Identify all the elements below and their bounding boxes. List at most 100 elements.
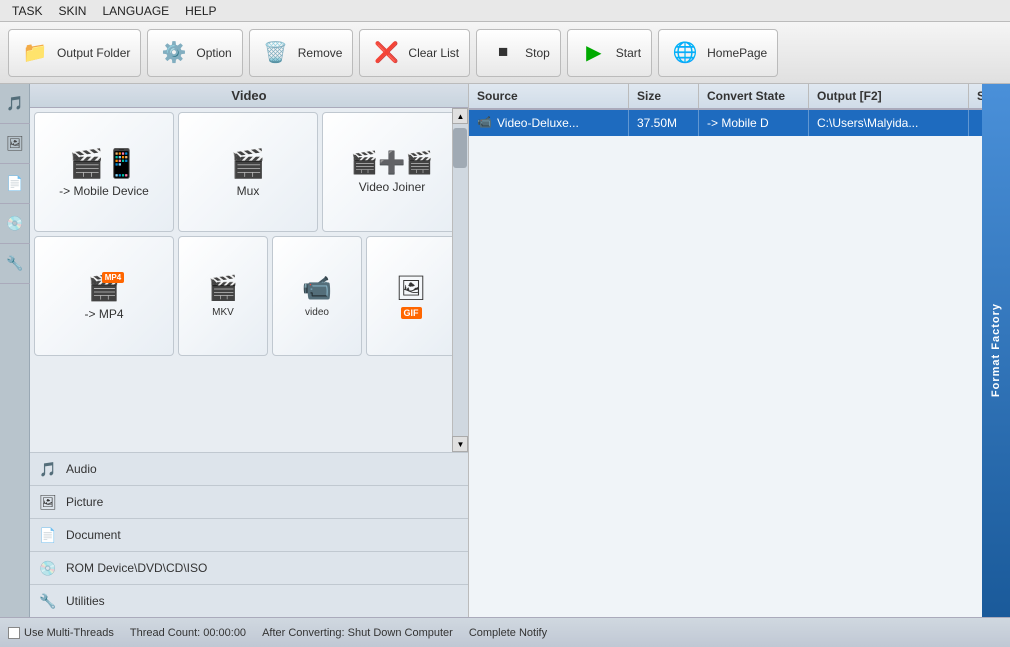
status-bar: Use Multi-Threads Thread Count: 00:00:00…	[0, 617, 1010, 647]
joiner-label: Video Joiner	[359, 180, 426, 194]
document-icon: 📄	[38, 525, 58, 545]
grid-item-joiner[interactable]: 🎬➕🎬 Video Joiner	[322, 112, 462, 232]
start-button[interactable]: ▶ Start	[567, 29, 652, 77]
nav-item-document[interactable]: 📄 Document	[30, 518, 468, 551]
nav-item-picture[interactable]: 🖼 Picture	[30, 485, 468, 518]
remove-button[interactable]: 🗑️ Remove	[249, 29, 354, 77]
file-icon: 📹	[477, 115, 493, 131]
th-convert-state: Convert State	[699, 84, 809, 108]
td-size: 37.50M	[629, 110, 699, 136]
homepage-button[interactable]: 🌐 HomePage	[658, 29, 778, 77]
td-convert-state: -> Mobile D	[699, 110, 809, 136]
clear-list-button[interactable]: ❌ Clear List	[359, 29, 470, 77]
nav-item-utilities[interactable]: 🔧 Utilities	[30, 584, 468, 617]
table-header: Source Size Convert State Output [F2] Si…	[469, 84, 1010, 110]
sidebar-icon-tools[interactable]: 🔧	[0, 244, 30, 284]
mp4-icon: 🎬 MP4	[88, 272, 120, 303]
option-button[interactable]: ⚙️ Option	[147, 29, 242, 77]
gif-badge: GIF	[401, 307, 422, 319]
grid-item-gif[interactable]: 🖼 GIF	[366, 236, 456, 356]
sidebar-icon-document[interactable]: 📄	[0, 164, 30, 204]
mkv-icon: 🎬	[208, 274, 238, 303]
right-panel: Source Size Convert State Output [F2] Si…	[469, 84, 1010, 617]
start-label: Start	[616, 46, 641, 60]
audio-label: Audio	[66, 462, 97, 476]
scroll-down-arrow[interactable]: ▼	[452, 436, 468, 452]
video2-label: video	[305, 307, 329, 318]
picture-icon: 🖼	[38, 492, 58, 512]
status-item-complete: Complete Notify	[469, 627, 547, 639]
grid-area: 🎬📱 -> Mobile Device 🎬 Mux 🎬➕🎬 Video Join…	[30, 108, 468, 360]
grid-item-mux[interactable]: 🎬 Mux	[178, 112, 318, 232]
document-label: Document	[66, 528, 121, 542]
option-label: Option	[196, 46, 231, 60]
vertical-scrollbar[interactable]: ▲ ▼	[452, 108, 468, 452]
mobile-label: -> Mobile Device	[59, 184, 149, 198]
homepage-label: HomePage	[707, 46, 767, 60]
stop-icon: ⏹	[487, 37, 519, 69]
sidebar-nav: 🎵 🖼 📄 💿 🔧	[0, 84, 30, 617]
output-folder-label: Output Folder	[57, 46, 130, 60]
th-source: Source	[469, 84, 629, 108]
start-icon: ▶	[578, 37, 610, 69]
sidebar-icon-picture[interactable]: 🖼	[0, 124, 30, 164]
mp4-label: -> MP4	[84, 307, 123, 321]
scroll-thumb[interactable]	[453, 128, 467, 168]
menubar: TASK SKIN LANGUAGE HELP	[0, 0, 1010, 22]
utilities-label: Utilities	[66, 594, 105, 608]
menu-language[interactable]: LANGUAGE	[94, 2, 177, 20]
th-output: Output [F2]	[809, 84, 969, 108]
menu-help[interactable]: HELP	[177, 2, 224, 20]
folder-icon: 📁	[19, 37, 51, 69]
output-folder-button[interactable]: 📁 Output Folder	[8, 29, 141, 77]
rom-label: ROM Device\DVD\CD\ISO	[66, 561, 207, 575]
sidebar-icon-music[interactable]: 🎵	[0, 84, 30, 124]
thread-count-label: Thread Count: 00:00:00	[130, 627, 246, 639]
td-output: C:\Users\Malyida...	[809, 110, 969, 136]
stop-button[interactable]: ⏹ Stop	[476, 29, 561, 77]
td-source: 📹 Video-Deluxe...	[469, 110, 629, 136]
stop-label: Stop	[525, 46, 550, 60]
table-row[interactable]: 📹 Video-Deluxe... 37.50M -> Mobile D C:\…	[469, 110, 1010, 136]
clear-list-icon: ❌	[370, 37, 402, 69]
status-item-after: After Converting: Shut Down Computer	[262, 627, 453, 639]
grid-item-mp4[interactable]: 🎬 MP4 -> MP4	[34, 236, 174, 356]
mobile-icon: 🎬📱	[69, 147, 139, 180]
video2-icon: 📹	[302, 274, 332, 303]
grid-item-mobile[interactable]: 🎬📱 -> Mobile Device	[34, 112, 174, 232]
after-label: After Converting: Shut Down Computer	[262, 627, 453, 639]
clear-list-label: Clear List	[408, 46, 459, 60]
ff-label: Format Factory	[990, 303, 1002, 397]
toolbar: 📁 Output Folder ⚙️ Option 🗑️ Remove ❌ Cl…	[0, 22, 1010, 84]
menu-task[interactable]: TASK	[4, 2, 50, 20]
nav-items: 🎵 Audio 🖼 Picture 📄 Document 💿 ROM Devic…	[30, 452, 468, 617]
left-panel: Video 🎬📱 -> Mobile Device 🎬 Mux 🎬➕🎬	[30, 84, 469, 617]
nav-item-rom[interactable]: 💿 ROM Device\DVD\CD\ISO	[30, 551, 468, 584]
mux-label: Mux	[237, 184, 260, 198]
rom-icon: 💿	[38, 558, 58, 578]
mux-icon: 🎬	[231, 147, 266, 180]
grid-item-video2[interactable]: 📹 video	[272, 236, 362, 356]
remove-icon: 🗑️	[260, 37, 292, 69]
gif-icon: 🖼	[396, 274, 426, 303]
panel-header: Video	[30, 84, 468, 108]
th-size: Size	[629, 84, 699, 108]
joiner-icon: 🎬➕🎬	[351, 150, 433, 176]
use-multi-threads-label: Use Multi-Threads	[24, 627, 114, 639]
menu-skin[interactable]: SKIN	[50, 2, 94, 20]
option-icon: ⚙️	[158, 37, 190, 69]
remove-label: Remove	[298, 46, 343, 60]
grid-wrapper: 🎬📱 -> Mobile Device 🎬 Mux 🎬➕🎬 Video Join…	[30, 108, 468, 452]
scroll-up-arrow[interactable]: ▲	[452, 108, 468, 124]
home-icon: 🌐	[669, 37, 701, 69]
grid-item-mkv[interactable]: 🎬 MKV	[178, 236, 268, 356]
utilities-icon: 🔧	[38, 591, 58, 611]
sidebar-icon-disc[interactable]: 💿	[0, 204, 30, 244]
picture-label: Picture	[66, 495, 103, 509]
nav-item-audio[interactable]: 🎵 Audio	[30, 452, 468, 485]
ff-band: Format Factory	[982, 84, 1010, 617]
complete-label: Complete Notify	[469, 627, 547, 639]
mkv-label: MKV	[212, 307, 234, 318]
use-multi-threads-checkbox[interactable]	[8, 627, 20, 639]
audio-icon: 🎵	[38, 459, 58, 479]
